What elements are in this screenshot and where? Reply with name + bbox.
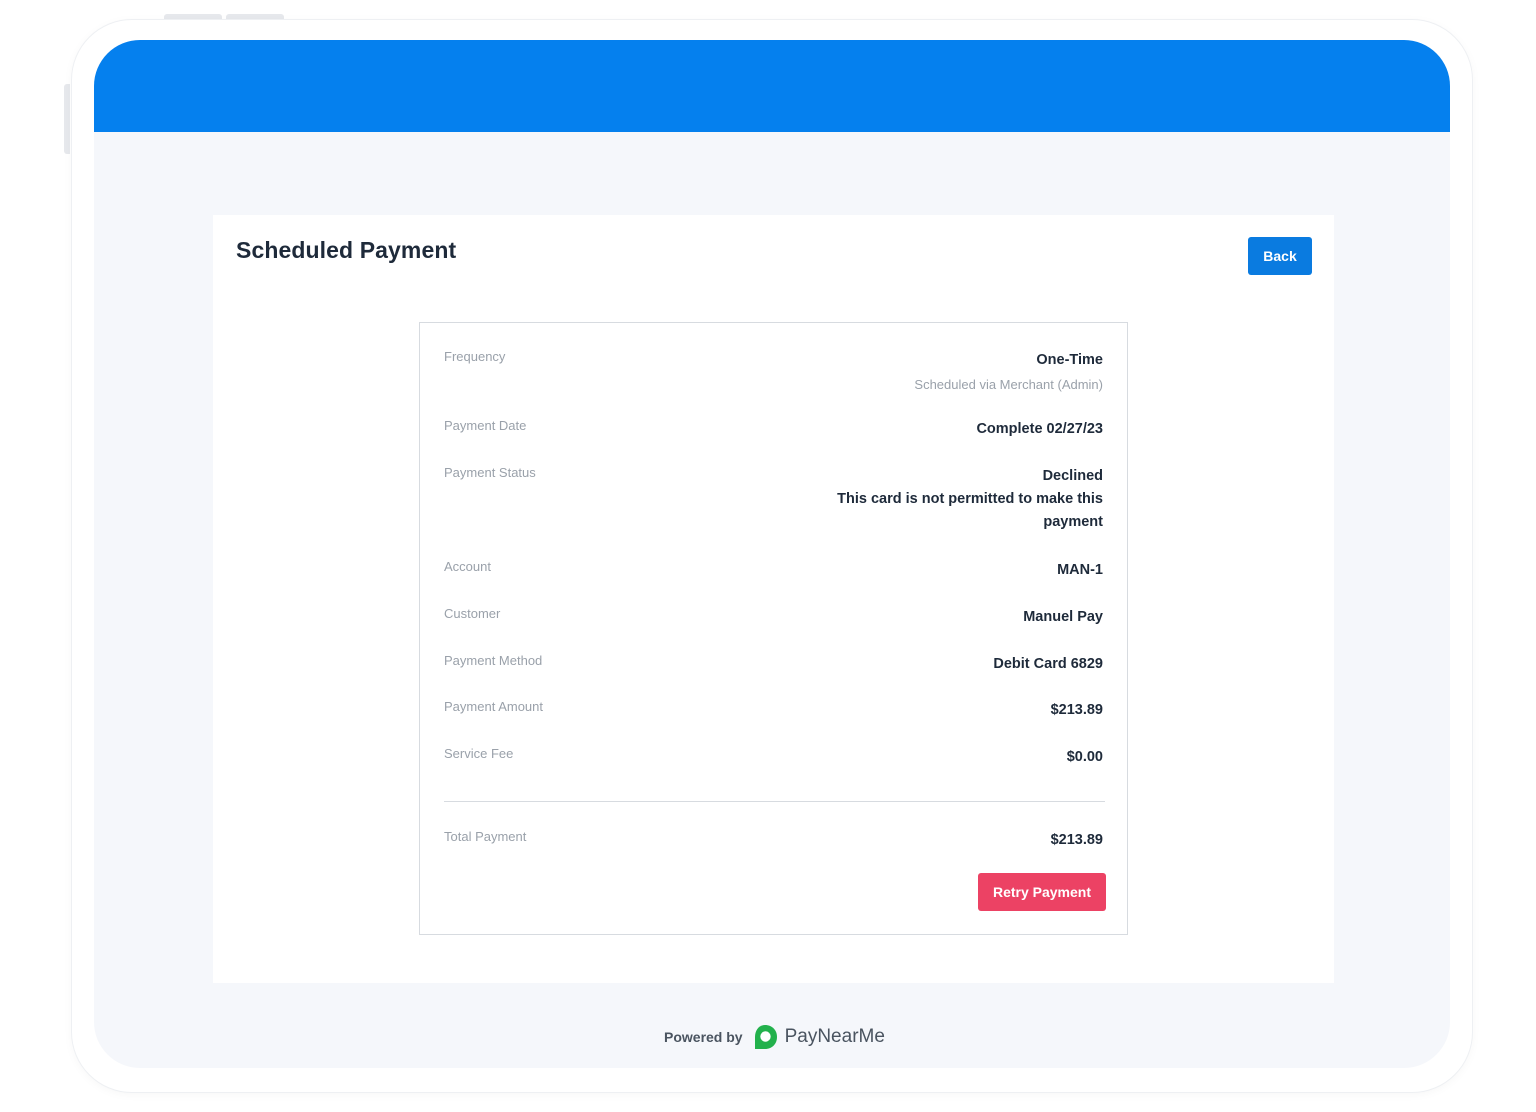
page-title: Scheduled Payment — [236, 237, 457, 263]
retry-payment-button[interactable]: Retry Payment — [978, 873, 1106, 911]
detail-label: Service Fee — [444, 746, 514, 761]
decline-reason: This card is not permitted to make this … — [837, 491, 1103, 530]
total-value: $213.89 — [1050, 832, 1103, 848]
paynearme-logo-icon — [754, 1025, 777, 1049]
total-label: Total Payment — [444, 829, 527, 844]
service-fee-value: $0.00 — [1066, 749, 1103, 765]
back-button[interactable]: Back — [1248, 237, 1312, 275]
payment-date-value: Complete 02/27/23 — [976, 421, 1103, 437]
detail-label: Customer — [444, 606, 501, 621]
detail-label: Payment Date — [444, 418, 527, 433]
header-bar — [94, 40, 1450, 132]
account-value: MAN-1 — [1057, 562, 1103, 578]
device-side-button — [64, 84, 70, 154]
detail-label: Account — [444, 559, 491, 574]
detail-label: Payment Status — [444, 465, 536, 480]
status-badge: Declined — [1042, 468, 1103, 484]
powered-by-text: Powered by — [664, 1029, 743, 1045]
detail-value: Declined This card is not permitted to m… — [823, 465, 1103, 534]
divider — [444, 801, 1105, 802]
payment-method-value: Debit Card 6829 — [993, 656, 1103, 672]
detail-value: One-Time Scheduled via Merchant (Admin) — [914, 349, 1103, 396]
payment-details-panel: Frequency One-Time Scheduled via Merchan… — [419, 322, 1128, 935]
customer-value: Manuel Pay — [1023, 609, 1103, 625]
detail-label: Frequency — [444, 349, 506, 364]
frequency-value: One-Time — [1036, 352, 1103, 368]
payment-amount-value: $213.89 — [1050, 702, 1103, 718]
app-screen: Scheduled Payment Back Frequency One-Tim… — [94, 40, 1450, 1068]
powered-by-footer: Powered by PayNearMe — [664, 1022, 885, 1052]
detail-label: Payment Method — [444, 653, 543, 668]
brand-name: PayNearMe — [784, 1026, 885, 1047]
detail-label: Payment Amount — [444, 699, 543, 714]
scheduled-payment-card: Scheduled Payment Back Frequency One-Tim… — [213, 215, 1334, 983]
scheduled-via-note: Scheduled via Merchant (Admin) — [914, 377, 1103, 392]
